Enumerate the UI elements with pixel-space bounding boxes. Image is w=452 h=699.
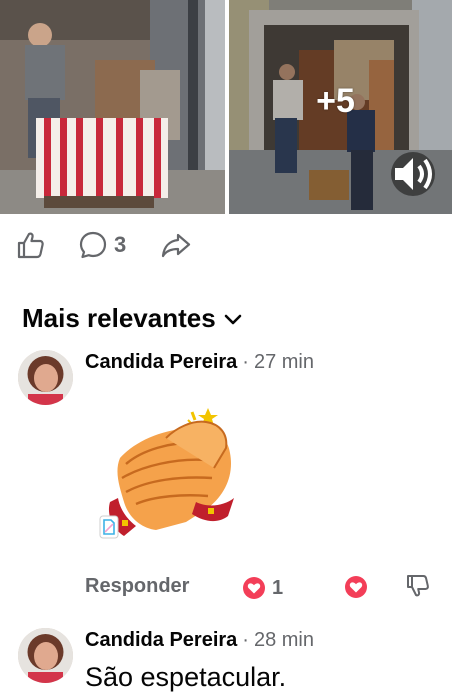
comment-bubble-icon — [79, 231, 107, 259]
comment-time[interactable]: 28 min — [254, 629, 314, 652]
post-photo-grid: +5 — [0, 0, 452, 214]
post-photo-left[interactable] — [0, 0, 225, 214]
separator-dot: · — [242, 629, 249, 651]
love-reaction-icon — [243, 577, 265, 599]
comment-count: 3 — [114, 232, 127, 257]
comment-header: Candida Pereira · 27 min — [85, 351, 314, 374]
comment-sort-dropdown[interactable]: Mais relevantes — [22, 303, 242, 334]
clapping-hands-sticker[interactable] — [96, 398, 256, 558]
user-avatar-image — [18, 628, 73, 683]
speaker-icon — [395, 158, 432, 190]
clapping-hands-icon — [99, 408, 234, 539]
avatar[interactable] — [18, 350, 73, 405]
reaction-summary[interactable]: 1 — [242, 576, 283, 600]
comment-dislike-button[interactable] — [405, 573, 431, 604]
comment-text: São espetacular. — [85, 662, 287, 692]
post-photo-right[interactable]: +5 — [229, 0, 452, 214]
more-photos-count: +5 — [316, 81, 355, 120]
user-avatar-image — [18, 350, 73, 405]
thumbs-down-icon — [407, 575, 429, 597]
heart-reaction-icon — [345, 576, 367, 598]
comment-time[interactable]: 27 min — [254, 351, 314, 374]
share-arrow-icon — [161, 233, 191, 258]
avatar[interactable] — [18, 628, 73, 683]
movers-photo-image — [0, 0, 225, 214]
reaction-count: 1 — [272, 576, 284, 599]
share-button[interactable] — [160, 230, 192, 260]
sound-toggle-button[interactable] — [391, 152, 435, 196]
reply-button[interactable]: Responder — [85, 575, 189, 598]
comment-author[interactable]: Candida Pereira — [85, 351, 237, 374]
comment-love-button[interactable] — [344, 575, 368, 604]
like-button[interactable] — [16, 230, 46, 260]
post-action-bar: 3 — [0, 222, 452, 270]
chevron-down-icon — [224, 314, 241, 324]
sort-label: Mais relevantes — [22, 303, 216, 333]
comment-header: Candida Pereira · 28 min — [85, 629, 314, 652]
separator-dot: · — [242, 351, 249, 373]
comment-author[interactable]: Candida Pereira — [85, 629, 237, 652]
comment-action-row: Responder 1 — [0, 570, 452, 604]
comment-button[interactable]: 3 — [78, 230, 126, 260]
thumbs-up-icon — [17, 232, 44, 259]
